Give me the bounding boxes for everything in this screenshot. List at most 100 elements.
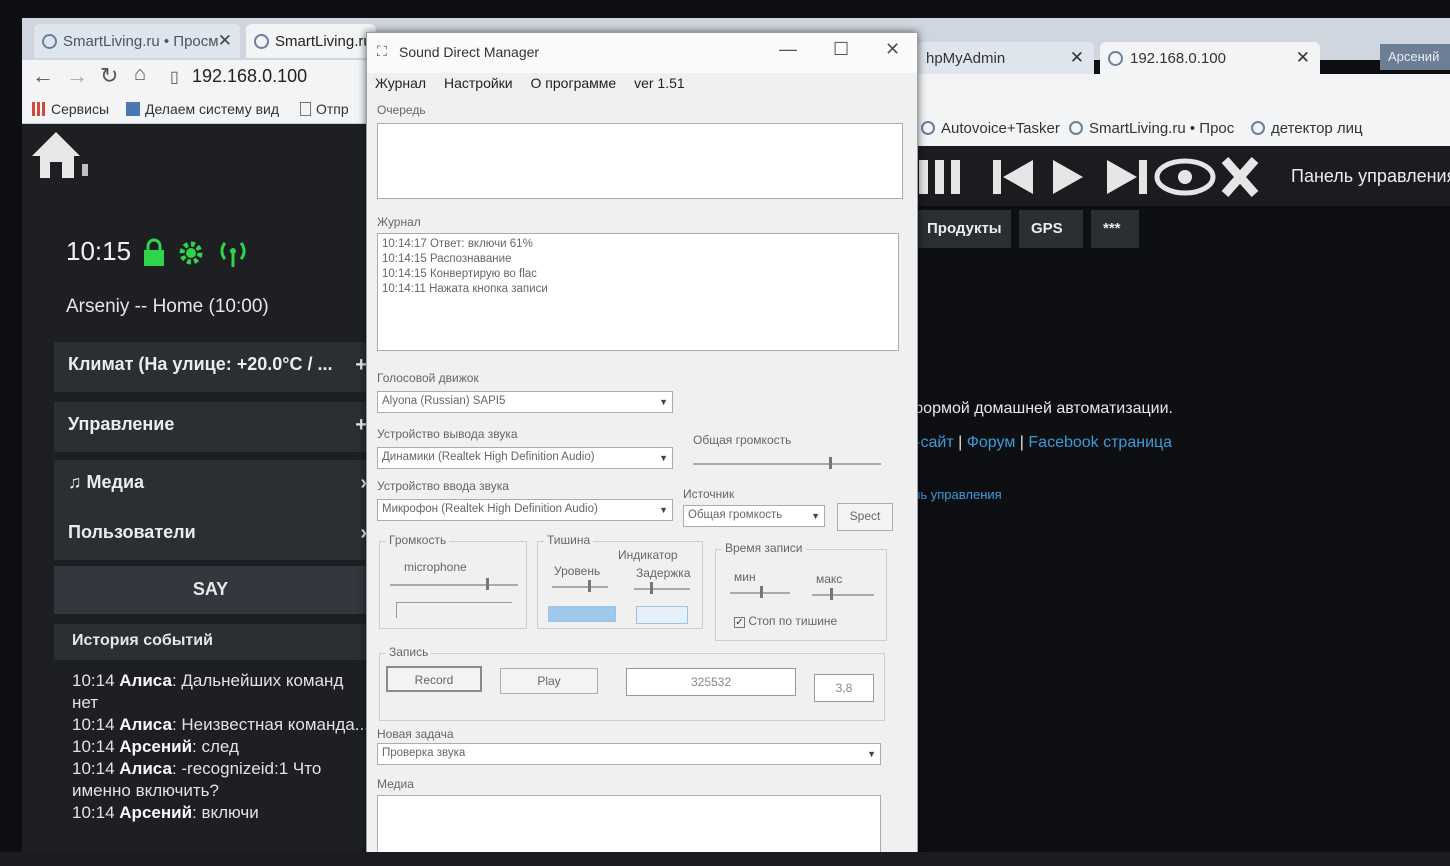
facebook-link[interactable]: Facebook страница (1028, 434, 1172, 451)
play-button[interactable]: Play (500, 668, 598, 694)
bookmark-face-detector[interactable]: детектор лиц (1251, 120, 1363, 137)
delay-slider[interactable] (634, 588, 690, 590)
dropdown-arrow-icon: ▼ (659, 453, 668, 463)
slider-thumb[interactable] (829, 457, 832, 469)
menu-about[interactable]: О программе (531, 75, 617, 91)
close-tab-icon[interactable]: ✕ (1070, 48, 1084, 68)
maximize-icon[interactable]: ☐ (833, 39, 849, 60)
window-menubar: Журнал Настройки О программе ver 1.51 (375, 75, 699, 91)
browser-tab-2[interactable]: SmartLiving.ru (246, 24, 376, 58)
spect-button[interactable]: Spect (837, 503, 893, 531)
next-icon[interactable] (1107, 160, 1147, 194)
status-icons (142, 238, 250, 268)
lock-icon[interactable] (142, 238, 166, 268)
level-slider[interactable] (552, 586, 608, 588)
output-select[interactable]: Динамики (Realtek High Definition Audio)… (377, 447, 673, 469)
dashboard-left-panel: 10:15 Arseniy -- Home (10:00) Климат (На… (22, 124, 369, 866)
tab-label: 192.168.0.100 (1130, 49, 1226, 67)
browser-tab-192[interactable]: 192.168.0.100 ✕ (1100, 42, 1320, 74)
input-select[interactable]: Микрофон (Realtek High Definition Audio)… (377, 499, 673, 521)
window-title: Sound Direct Manager (399, 44, 540, 60)
max-slider[interactable] (812, 594, 874, 596)
reload-icon[interactable]: ↻ (100, 63, 118, 89)
back-icon[interactable]: ← (32, 63, 54, 89)
bookmark-send[interactable]: Отпр (300, 101, 349, 117)
menu-control[interactable]: Управление + (54, 402, 367, 452)
stop-on-silence-option[interactable]: ✓ Стоп по тишине (734, 614, 837, 628)
delay-label: Задержка (636, 566, 691, 580)
page-icon: ▯ (170, 69, 179, 86)
browser-tab-1[interactable]: SmartLiving.ru • Просм ✕ (34, 24, 240, 58)
close-tab-icon[interactable]: ✕ (1296, 48, 1310, 68)
list-item: 10:14:15 Конвертирую во flac (382, 268, 537, 280)
list-item: 10:14 Алиса: -recognizeid:1 Что именно в… (72, 759, 322, 800)
list-item: 10:14 Алиса: Неизвестная команда... (72, 715, 369, 734)
profile-badge[interactable]: Арсений (1380, 44, 1450, 70)
address-bar-right (915, 74, 1450, 112)
menu-settings[interactable]: Настройки (444, 75, 513, 91)
bookmark-smartliving[interactable]: SmartLiving.ru • Прос (1069, 120, 1234, 137)
pause-icon[interactable] (919, 160, 960, 194)
list-item: 10:14 Арсений: след (72, 737, 239, 756)
address-bar: ← → ↻ ⌂ ▯ 192.168.0.100 (22, 60, 372, 94)
slider-thumb[interactable] (650, 582, 653, 594)
menu-climate[interactable]: Климат (На улице: +20.0°C / ... + (54, 342, 367, 392)
microphone-slider[interactable] (390, 584, 518, 586)
bookmark-system[interactable]: Делаем систему вид (126, 101, 279, 117)
counter-field: 325532 (626, 668, 796, 696)
panel-title: Панель управления (1291, 166, 1450, 186)
slider-thumb[interactable] (830, 588, 833, 600)
tab-products[interactable]: Продукты (915, 210, 1011, 248)
source-select[interactable]: Общая громкость ▼ (683, 505, 825, 527)
version-label: ver 1.51 (634, 75, 685, 91)
slider-thumb[interactable] (588, 580, 591, 592)
media-label: Медиа (377, 777, 414, 791)
queue-list[interactable] (377, 123, 903, 199)
tab-more[interactable]: *** (1091, 210, 1139, 248)
music-note-icon: ♫ (68, 472, 87, 492)
bookmark-services[interactable]: Сервисы (32, 101, 109, 117)
menu-media[interactable]: ♫ Медиа › (54, 460, 367, 510)
taskbar (0, 852, 1450, 866)
bookmark-autovoice[interactable]: Autovoice+Tasker (921, 120, 1060, 137)
new-task-input[interactable]: Проверка звука ▼ (377, 743, 881, 765)
bookmarks-bar: Сервисы Делаем систему вид Отпр (22, 94, 372, 124)
eye-icon[interactable] (1154, 158, 1216, 196)
links-row: б-сайт | Форум | Facebook страница (906, 434, 1173, 451)
minimize-icon[interactable]: — (779, 39, 797, 60)
previous-icon[interactable] (993, 160, 1033, 194)
browser-tab-phpmyadmin[interactable]: hpMyAdmin ✕ (918, 42, 1094, 74)
home-page-icon[interactable]: ⌂ (134, 63, 146, 86)
close-icon[interactable] (1221, 157, 1259, 197)
log-list[interactable]: 10:14:17 Ответ: включи 61% 10:14:15 Расп… (377, 233, 899, 351)
gear-icon[interactable] (176, 238, 206, 268)
home-icon[interactable] (28, 128, 88, 184)
dropdown-arrow-icon: ▼ (867, 749, 876, 759)
control-panel-link[interactable]: ель управления (906, 487, 1002, 502)
forward-icon[interactable]: → (66, 63, 88, 89)
antenna-icon[interactable] (216, 238, 250, 268)
master-volume-slider[interactable] (693, 463, 881, 465)
close-tab-icon[interactable]: ✕ (218, 31, 232, 51)
tab-label: hpMyAdmin (926, 49, 1006, 67)
sound-direct-manager-window: ⛶ Sound Direct Manager — ☐ ✕ Журнал Наст… (366, 32, 918, 866)
bookmarks-bar-right: Autovoice+Tasker SmartLiving.ru • Прос д… (915, 112, 1450, 146)
close-window-icon[interactable]: ✕ (885, 39, 900, 60)
slider-thumb[interactable] (760, 586, 763, 598)
engine-label: Голосовой движок (377, 371, 479, 385)
play-icon[interactable] (1053, 160, 1083, 194)
say-button[interactable]: SAY (54, 566, 367, 614)
record-button[interactable]: Record (386, 666, 482, 692)
list-item: 10:14:15 Распознавание (382, 253, 512, 265)
tab-gps[interactable]: GPS (1019, 210, 1083, 248)
volume-meter (396, 602, 512, 618)
checkbox-checked-icon[interactable]: ✓ (734, 617, 745, 628)
slider-thumb[interactable] (486, 578, 489, 590)
engine-select[interactable]: Alyona (Russian) SAPI5 ▼ (377, 391, 673, 413)
menu-users[interactable]: Пользователи › (54, 510, 367, 560)
url-text[interactable]: 192.168.0.100 (192, 66, 307, 87)
favicon-icon (1251, 121, 1265, 135)
forum-link[interactable]: Форум (967, 434, 1016, 451)
menu-journal[interactable]: Журнал (375, 75, 426, 91)
output-label: Устройство вывода звука (377, 427, 518, 441)
